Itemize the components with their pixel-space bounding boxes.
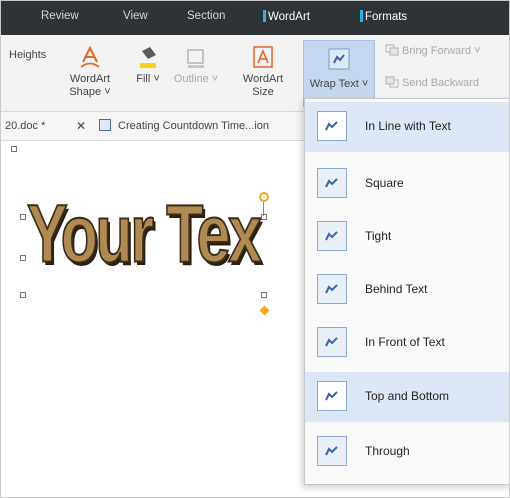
- wordart-text-object[interactable]: Your Tex: [26, 186, 262, 282]
- menu-item-label: In Front of Text: [365, 335, 445, 349]
- wrap-text-menu: In Line with Text Square Tight Behind Te…: [304, 98, 509, 485]
- menu-item-top-and-bottom[interactable]: Top and Bottom: [305, 372, 509, 422]
- wordart-size-label-2: Size: [252, 86, 274, 98]
- menu-item-label: Behind Text: [365, 282, 428, 296]
- document-tab-other[interactable]: Creating Countdown Time...ion: [118, 120, 269, 132]
- resize-handle-bottom-middle[interactable]: [261, 292, 267, 298]
- context-tab-marker: [360, 10, 363, 22]
- close-icon[interactable]: ✕: [76, 119, 86, 133]
- page-corner-marker: [11, 146, 17, 152]
- menu-item-behind-text[interactable]: Behind Text: [305, 265, 509, 315]
- heights-button[interactable]: Heights: [9, 49, 46, 62]
- top-and-bottom-icon: [317, 381, 347, 411]
- tab-review[interactable]: Review: [41, 10, 79, 22]
- menu-item-in-front-of-text[interactable]: In Front of Text: [305, 318, 509, 368]
- context-tab-marker: [263, 10, 266, 22]
- menu-item-tight[interactable]: Tight: [305, 212, 509, 262]
- rotation-handle[interactable]: [259, 192, 269, 202]
- behind-text-icon: [317, 274, 347, 304]
- wrap-text-button[interactable]: Wrap Text ˅: [303, 40, 375, 107]
- outline-pen-icon: [187, 49, 204, 68]
- tab-formats-label: Formats: [365, 11, 408, 23]
- wordart-size-button[interactable]: WordArt Size: [234, 43, 292, 99]
- wordart-shape-icon: [80, 45, 100, 68]
- bring-forward-button[interactable]: Bring Forward ˅: [385, 44, 481, 58]
- bring-forward-icon: [385, 44, 399, 56]
- send-backward-label: Send Backward: [402, 77, 480, 89]
- menu-item-label: Tight: [365, 229, 392, 243]
- menu-item-label: Square: [365, 176, 404, 190]
- fill-label: Fill ˅: [136, 73, 160, 85]
- adjustment-handle[interactable]: [259, 305, 270, 316]
- wordart-shape-label-2: Shape ˅: [69, 86, 111, 98]
- menu-item-label: In Line with Text: [365, 119, 451, 133]
- rotation-handle-stem: [263, 202, 264, 216]
- resize-handle-middle-left[interactable]: [20, 255, 26, 261]
- tab-view[interactable]: View: [123, 10, 148, 22]
- send-backward-button[interactable]: Send Backward: [385, 76, 479, 90]
- menu-item-through[interactable]: Through: [305, 427, 509, 477]
- wordart-shape-label-1: WordArt: [69, 73, 111, 85]
- menu-item-label: Top and Bottom: [365, 389, 450, 403]
- tight-wrap-icon: [317, 221, 347, 251]
- document-tab-current[interactable]: 20.doc *: [5, 120, 45, 132]
- menu-item-label: Through: [365, 444, 410, 458]
- tab-formats[interactable]: Formats: [360, 10, 407, 23]
- outline-button[interactable]: Outline ˅: [171, 43, 221, 86]
- paint-bucket-icon: [140, 47, 156, 68]
- tab-section[interactable]: Section: [187, 10, 225, 22]
- menu-item-in-line-with-text[interactable]: In Line with Text: [305, 102, 509, 152]
- tab-wordart[interactable]: WordArt: [263, 10, 310, 23]
- fill-button[interactable]: Fill ˅: [130, 43, 166, 86]
- app-window: Review View Section WordArt Formats Heig…: [0, 0, 510, 498]
- bring-forward-label: Bring Forward ˅: [402, 45, 481, 57]
- send-backward-icon: [385, 76, 399, 88]
- resize-handle-bottom-left[interactable]: [20, 292, 26, 298]
- tab-wordart-label: WordArt: [268, 11, 310, 23]
- resize-handle-top-middle[interactable]: [261, 214, 267, 220]
- menu-item-square[interactable]: Square: [305, 159, 509, 209]
- in-line-with-text-icon: [317, 111, 347, 141]
- in-front-of-text-icon: [317, 327, 347, 357]
- wrap-text-icon: [328, 48, 350, 70]
- square-wrap-icon: [317, 168, 347, 198]
- wordart-size-label-1: WordArt: [242, 73, 284, 85]
- wrap-text-label: Wrap Text ˅: [309, 78, 369, 90]
- resize-handle-top-left[interactable]: [20, 214, 26, 220]
- document-icon: [99, 119, 111, 131]
- text-caret-gap: [267, 249, 289, 254]
- outline-label: Outline ˅: [173, 73, 219, 85]
- wordart-size-icon: [253, 46, 273, 68]
- wordart-shape-button[interactable]: WordArt Shape ˅: [64, 43, 116, 99]
- ribbon-tab-bar: Review View Section WordArt Formats: [1, 1, 509, 35]
- through-wrap-icon: [317, 436, 347, 466]
